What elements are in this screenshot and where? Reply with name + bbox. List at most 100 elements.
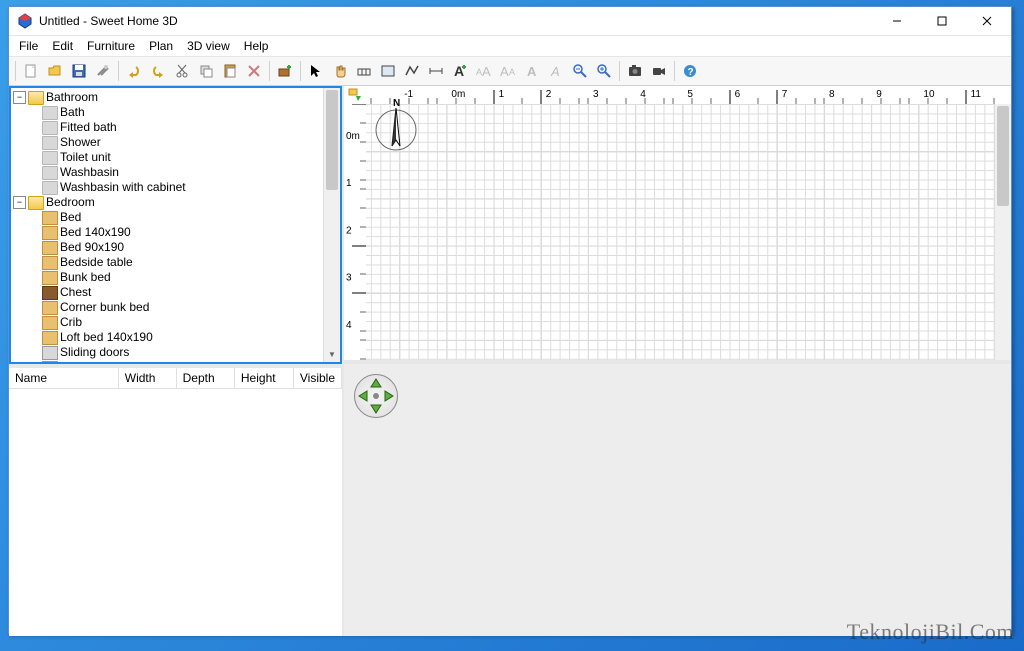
- create-text-icon[interactable]: A: [449, 60, 471, 82]
- furniture-label: Washbasin: [60, 165, 119, 180]
- paste-icon[interactable]: [219, 60, 241, 82]
- furniture-item[interactable]: Bed 140x190: [11, 225, 323, 240]
- category-bathroom[interactable]: −Bathroom: [11, 90, 323, 105]
- furniture-item[interactable]: Corner bunk bed: [11, 300, 323, 315]
- col-depth[interactable]: Depth: [176, 368, 234, 389]
- furniture-item[interactable]: Chest: [11, 285, 323, 300]
- furniture-item[interactable]: Bed: [11, 210, 323, 225]
- col-name[interactable]: Name: [9, 368, 118, 389]
- pan-icon[interactable]: [329, 60, 351, 82]
- furniture-icon: [42, 346, 58, 360]
- svg-text:A: A: [509, 67, 515, 77]
- preferences-icon[interactable]: [92, 60, 114, 82]
- zoom-in-icon[interactable]: [593, 60, 615, 82]
- select-icon[interactable]: [305, 60, 327, 82]
- cut-icon[interactable]: [171, 60, 193, 82]
- furniture-label: Chest: [60, 285, 91, 300]
- svg-text:A: A: [527, 64, 537, 79]
- close-button[interactable]: [964, 7, 1009, 35]
- furniture-label: Bed: [60, 210, 81, 225]
- category-bedroom[interactable]: −Bedroom: [11, 195, 323, 210]
- menu-3dview[interactable]: 3D view: [181, 37, 236, 55]
- furniture-item[interactable]: Washbasin: [11, 165, 323, 180]
- menu-file[interactable]: File: [13, 37, 44, 55]
- col-height[interactable]: Height: [234, 368, 293, 389]
- create-walls-icon[interactable]: [353, 60, 375, 82]
- furniture-item[interactable]: Bed 90x190: [11, 240, 323, 255]
- menu-plan[interactable]: Plan: [143, 37, 179, 55]
- furniture-item[interactable]: Shower: [11, 135, 323, 150]
- furniture-item[interactable]: Toilet unit: [11, 150, 323, 165]
- svg-text:0m: 0m: [451, 89, 465, 100]
- help-icon[interactable]: ?: [679, 60, 701, 82]
- furniture-label: Bunk bed: [60, 270, 111, 285]
- svg-text:?: ?: [688, 67, 694, 78]
- create-rooms-icon[interactable]: [377, 60, 399, 82]
- redo-icon[interactable]: [147, 60, 169, 82]
- titlebar[interactable]: Untitled - Sweet Home 3D: [9, 7, 1011, 36]
- furniture-item[interactable]: Loft bed 140x190: [11, 330, 323, 345]
- 3d-nav-wheel[interactable]: [354, 374, 398, 418]
- new-icon[interactable]: [20, 60, 42, 82]
- collapse-icon[interactable]: −: [13, 196, 26, 209]
- increase-text-icon[interactable]: AA: [473, 60, 495, 82]
- create-dimensions-icon[interactable]: [425, 60, 447, 82]
- furniture-item[interactable]: Bunk bed: [11, 270, 323, 285]
- svg-text:5: 5: [687, 89, 693, 100]
- svg-text:0m: 0m: [346, 131, 360, 142]
- furniture-icon: [42, 121, 58, 135]
- menu-edit[interactable]: Edit: [46, 37, 79, 55]
- scroll-down-icon[interactable]: ▼: [324, 346, 340, 362]
- furniture-icon: [42, 106, 58, 120]
- furniture-item[interactable]: Bath: [11, 105, 323, 120]
- menu-furniture[interactable]: Furniture: [81, 37, 141, 55]
- svg-text:7: 7: [782, 89, 788, 100]
- save-icon[interactable]: [68, 60, 90, 82]
- plan-view[interactable]: -2-10m1234567891011 0m1234 N: [344, 86, 1011, 360]
- plan-scrollbar[interactable]: [994, 104, 1011, 360]
- minimize-button[interactable]: [874, 7, 919, 35]
- furniture-label: Bath: [60, 105, 85, 120]
- col-visible[interactable]: Visible: [293, 368, 341, 389]
- compass-icon[interactable]: N: [366, 96, 426, 156]
- decrease-text-icon[interactable]: AA: [497, 60, 519, 82]
- maximize-button[interactable]: [919, 7, 964, 35]
- furniture-item[interactable]: Fitted bath: [11, 120, 323, 135]
- copy-icon[interactable]: [195, 60, 217, 82]
- app-window: Untitled - Sweet Home 3D File Edit Furni…: [8, 6, 1012, 634]
- furniture-icon: [42, 301, 58, 315]
- scroll-thumb[interactable]: [997, 106, 1009, 206]
- furniture-item[interactable]: Washbasin with cabinet: [11, 180, 323, 195]
- create-polylines-icon[interactable]: [401, 60, 423, 82]
- furniture-icon: [42, 286, 58, 300]
- furniture-icon: [42, 151, 58, 165]
- italic-icon[interactable]: A: [545, 60, 567, 82]
- menu-help[interactable]: Help: [238, 37, 275, 55]
- furniture-item[interactable]: Bedside table: [11, 255, 323, 270]
- create-photo-icon[interactable]: [624, 60, 646, 82]
- collapse-icon[interactable]: −: [13, 91, 26, 104]
- open-icon[interactable]: [44, 60, 66, 82]
- ruler-origin-icon[interactable]: [344, 86, 366, 104]
- scroll-thumb[interactable]: [326, 90, 338, 190]
- window-title: Untitled - Sweet Home 3D: [39, 14, 874, 28]
- col-width[interactable]: Width: [118, 368, 176, 389]
- furniture-catalog[interactable]: −BathroomBathFitted bathShowerToilet uni…: [9, 86, 342, 364]
- 3d-view[interactable]: [344, 360, 1011, 636]
- catalog-scrollbar[interactable]: ▲ ▼: [323, 88, 340, 362]
- furniture-icon: [42, 271, 58, 285]
- bold-icon[interactable]: A: [521, 60, 543, 82]
- svg-text:2: 2: [546, 89, 552, 100]
- furniture-item[interactable]: Wardrobe: [11, 360, 323, 362]
- delete-icon[interactable]: [243, 60, 265, 82]
- create-video-icon[interactable]: [648, 60, 670, 82]
- undo-icon[interactable]: [123, 60, 145, 82]
- app-icon: [17, 13, 33, 29]
- svg-text:9: 9: [876, 89, 882, 100]
- add-furniture-icon[interactable]: [274, 60, 296, 82]
- furniture-list[interactable]: Name Width Depth Height Visible: [9, 364, 342, 636]
- zoom-out-icon[interactable]: [569, 60, 591, 82]
- furniture-item[interactable]: Crib: [11, 315, 323, 330]
- furniture-item[interactable]: Sliding doors: [11, 345, 323, 360]
- plan-grid[interactable]: [366, 104, 995, 360]
